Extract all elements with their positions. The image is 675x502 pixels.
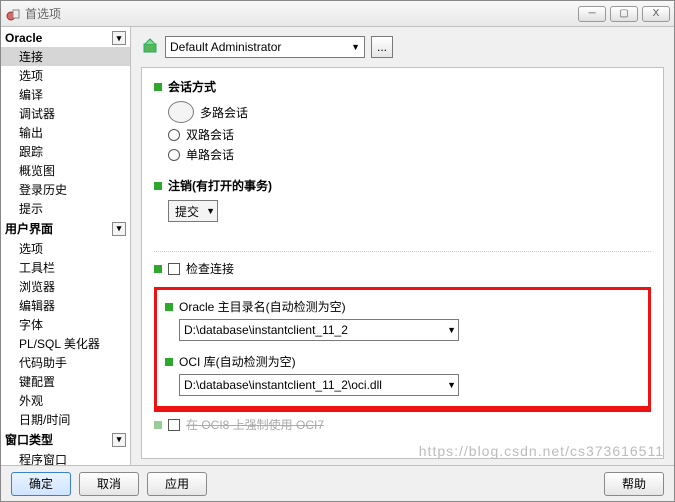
sidebar-item[interactable]: 登录历史 — [1, 180, 130, 199]
apply-button[interactable]: 应用 — [147, 472, 207, 496]
logoff-title: 注销(有打开的事务) — [168, 177, 272, 194]
check-connection-label: 检查连接 — [186, 260, 234, 277]
sidebar-item[interactable]: 代码助手 — [1, 353, 130, 372]
collapse-icon[interactable]: ▾ — [112, 222, 126, 236]
session-radio-row: 单路会话 — [168, 146, 651, 163]
oci7-label: 在 OCI8 上强制使用 OCI7 — [186, 416, 324, 433]
content-area: Default Administrator ▼ ... 会话方式 多路会话双路会… — [131, 27, 674, 465]
sidebar-item[interactable]: 工具栏 — [1, 258, 130, 277]
bullet-icon — [165, 358, 173, 366]
preferences-window: 首选项 ─ ▢ X Oracle▾连接选项编译调试器输出跟踪概览图登录历史提示用… — [0, 0, 675, 502]
main-body: Oracle▾连接选项编译调试器输出跟踪概览图登录历史提示用户界面▾选项工具栏浏… — [1, 27, 674, 465]
session-radio-label: 双路会话 — [186, 126, 234, 143]
chevron-down-icon: ▼ — [447, 380, 456, 390]
session-radio-label: 单路会话 — [186, 146, 234, 163]
sidebar-item[interactable]: 键配置 — [1, 372, 130, 391]
oci-lib-group: OCI 库(自动检测为空) D:\database\instantclient_… — [165, 353, 640, 396]
oracle-home-value: D:\database\instantclient_11_2 — [184, 323, 348, 337]
oci-lib-input[interactable]: D:\database\instantclient_11_2\oci.dll ▼ — [179, 374, 459, 396]
sidebar-item[interactable]: 浏览器 — [1, 277, 130, 296]
sidebar-item[interactable]: 选项 — [1, 239, 130, 258]
oci-lib-value: D:\database\instantclient_11_2\oci.dll — [184, 378, 382, 392]
app-icon — [5, 6, 21, 22]
bullet-icon — [154, 83, 162, 91]
window-controls: ─ ▢ X — [578, 6, 670, 22]
session-mode-title: 会话方式 — [168, 78, 216, 95]
maximize-button[interactable]: ▢ — [610, 6, 638, 22]
sidebar-item[interactable]: 日期/时间 — [1, 410, 130, 429]
oracle-home-input[interactable]: D:\database\instantclient_11_2 ▼ — [179, 319, 459, 341]
sidebar-item[interactable]: 外观 — [1, 391, 130, 410]
chevron-down-icon: ▼ — [447, 325, 456, 335]
session-radio[interactable] — [168, 129, 180, 141]
chevron-down-icon: ▼ — [206, 206, 215, 216]
profile-more-button[interactable]: ... — [371, 36, 393, 58]
sidebar[interactable]: Oracle▾连接选项编译调试器输出跟踪概览图登录历史提示用户界面▾选项工具栏浏… — [1, 27, 131, 465]
cancel-button[interactable]: 取消 — [79, 472, 139, 496]
sidebar-item[interactable]: 跟踪 — [1, 142, 130, 161]
oci-lib-label: OCI 库(自动检测为空) — [179, 353, 296, 370]
ok-button[interactable]: 确定 — [11, 472, 71, 496]
oci7-checkbox[interactable] — [168, 419, 180, 431]
session-radio[interactable] — [168, 101, 194, 123]
minimize-button[interactable]: ─ — [578, 6, 606, 22]
sidebar-item[interactable]: 字体 — [1, 315, 130, 334]
sidebar-item[interactable]: 选项 — [1, 66, 130, 85]
sidebar-item[interactable]: 程序窗口 — [1, 450, 130, 465]
session-radio[interactable] — [168, 149, 180, 161]
sidebar-item[interactable]: 编译 — [1, 85, 130, 104]
sidebar-category[interactable]: 用户界面 ▾ — [1, 218, 130, 239]
sidebar-item[interactable]: 调试器 — [1, 104, 130, 123]
oci7-row: 在 OCI8 上强制使用 OCI7 — [154, 409, 651, 433]
sidebar-item[interactable]: 概览图 — [1, 161, 130, 180]
sidebar-item[interactable]: 提示 — [1, 199, 130, 218]
close-button[interactable]: X — [642, 6, 670, 22]
session-radio-row: 双路会话 — [168, 126, 651, 143]
sidebar-item[interactable]: PL/SQL 美化器 — [1, 334, 130, 353]
collapse-icon[interactable]: ▾ — [112, 433, 126, 447]
sidebar-category-label: 窗口类型 — [5, 431, 53, 448]
oracle-home-group: Oracle 主目录名(自动检测为空) D:\database\instantc… — [165, 298, 640, 341]
profile-icon — [141, 37, 159, 58]
sidebar-category-label: Oracle — [5, 31, 42, 45]
sidebar-item[interactable]: 编辑器 — [1, 296, 130, 315]
bullet-icon — [154, 265, 162, 273]
collapse-icon[interactable]: ▾ — [112, 31, 126, 45]
bullet-icon — [165, 303, 173, 311]
check-connection-row: 检查连接 — [154, 260, 651, 277]
help-button[interactable]: 帮助 — [604, 472, 664, 496]
profile-toolbar: Default Administrator ▼ ... — [131, 27, 674, 67]
session-radio-row: 多路会话 — [168, 101, 651, 123]
profile-value: Default Administrator — [170, 40, 281, 54]
logoff-select[interactable]: 提交 ▼ — [168, 200, 218, 222]
footer-buttons: 确定 取消 应用 帮助 — [1, 465, 674, 501]
divider — [154, 234, 651, 252]
settings-panel: 会话方式 多路会话双路会话单路会话 注销(有打开的事务) 提交 ▼ — [141, 67, 664, 459]
sidebar-category-label: 用户界面 — [5, 220, 53, 237]
bullet-icon — [154, 182, 162, 190]
sidebar-item[interactable]: 连接 — [1, 47, 130, 66]
highlighted-section: Oracle 主目录名(自动检测为空) D:\database\instantc… — [154, 287, 651, 409]
logoff-group: 注销(有打开的事务) 提交 ▼ — [154, 177, 651, 222]
sidebar-category[interactable]: Oracle ▾ — [1, 29, 130, 47]
sidebar-category[interactable]: 窗口类型 ▾ — [1, 429, 130, 450]
chevron-down-icon: ▼ — [351, 42, 360, 52]
check-connection-checkbox[interactable] — [168, 263, 180, 275]
session-mode-group: 会话方式 多路会话双路会话单路会话 — [154, 78, 651, 163]
session-radio-label: 多路会话 — [200, 104, 248, 121]
bullet-icon — [154, 421, 162, 429]
sidebar-item[interactable]: 输出 — [1, 123, 130, 142]
oracle-home-label: Oracle 主目录名(自动检测为空) — [179, 298, 346, 315]
profile-select[interactable]: Default Administrator ▼ — [165, 36, 365, 58]
logoff-value: 提交 — [175, 205, 199, 219]
window-title: 首选项 — [25, 5, 578, 22]
titlebar: 首选项 ─ ▢ X — [1, 1, 674, 27]
